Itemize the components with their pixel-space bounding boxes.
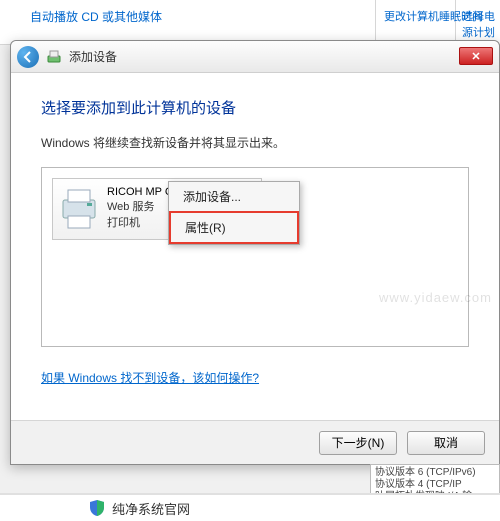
wizard-title-text: 添加设备 bbox=[69, 48, 117, 65]
add-device-wizard: ✕ 添加设备 选择要添加到此计算机的设备 Windows 将继续查找新设备并将其… bbox=[10, 40, 500, 465]
bk-line: 协议版本 4 (TCP/IP bbox=[375, 479, 495, 491]
next-button[interactable]: 下一步(N) bbox=[319, 431, 397, 455]
autoplay-link[interactable]: 自动播放 CD 或其他媒体 bbox=[30, 8, 162, 25]
context-menu: 添加设备... 属性(R) bbox=[168, 181, 300, 245]
separator bbox=[375, 0, 376, 44]
help-link[interactable]: 如果 Windows 找不到设备，该如何操作? bbox=[41, 369, 259, 386]
wizard-footer: 下一步(N) 取消 bbox=[11, 420, 499, 464]
printer-icon bbox=[59, 185, 99, 233]
device-list-pane: RICOH MP C3503 Web 服务 打印机 添加设备... 属性(R) bbox=[41, 167, 469, 347]
cancel-button[interactable]: 取消 bbox=[407, 431, 485, 455]
wizard-titlebar: 添加设备 bbox=[11, 41, 499, 73]
wizard-subtext: Windows 将继续查找新设备并将其显示出来。 bbox=[11, 124, 499, 151]
power-plan-link[interactable]: 选择电源计划 bbox=[462, 8, 500, 40]
ctx-add-device[interactable]: 添加设备... bbox=[169, 182, 299, 211]
footer-brand-text: 纯净系统官网 bbox=[112, 499, 190, 518]
device-icon bbox=[45, 48, 63, 66]
ctx-properties[interactable]: 属性(R) bbox=[169, 211, 299, 244]
control-panel-strip: 自动播放 CD 或其他媒体 更改计算机睡眠时间 选择电源计划 bbox=[0, 0, 500, 45]
back-button[interactable] bbox=[17, 46, 39, 68]
shield-icon bbox=[88, 499, 106, 517]
wizard-heading: 选择要添加到此计算机的设备 bbox=[11, 73, 499, 124]
arrow-left-icon bbox=[22, 51, 34, 63]
device-item[interactable]: RICOH MP C3503 Web 服务 打印机 添加设备... 属性(R) bbox=[52, 178, 262, 240]
bk-line: 协议版本 6 (TCP/IPv6) bbox=[375, 467, 495, 479]
watermark-text: www.yidaew.com bbox=[379, 290, 492, 305]
close-button[interactable]: ✕ bbox=[459, 47, 493, 65]
footer-brand-bar: 纯净系统官网 bbox=[0, 493, 500, 521]
